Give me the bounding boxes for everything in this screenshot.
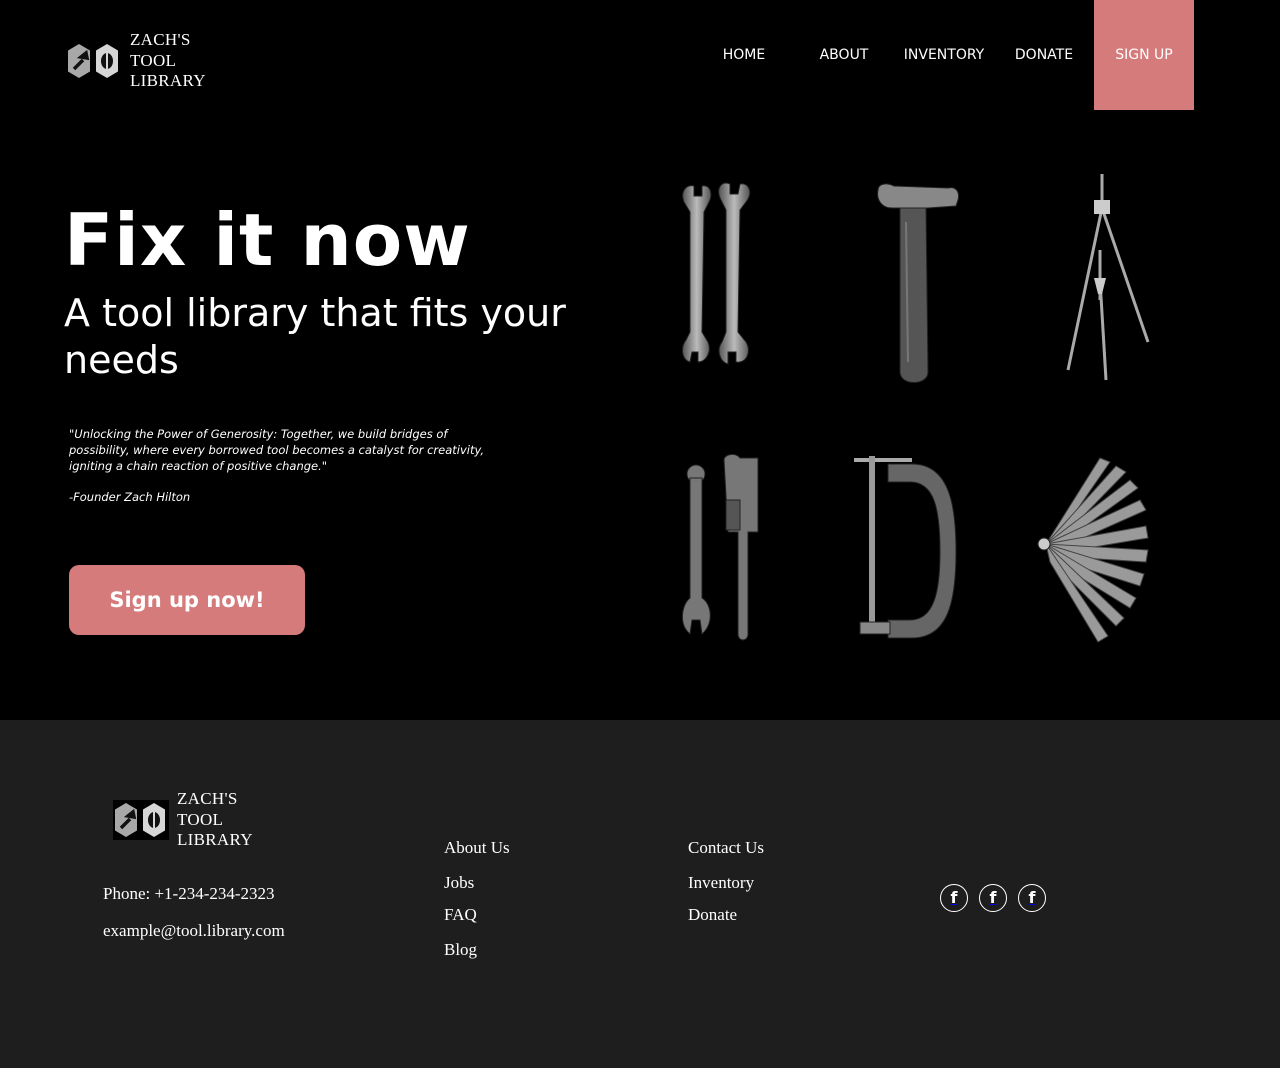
- founder-quote: "Unlocking the Power of Generosity: Toge…: [69, 427, 485, 473]
- site-footer: ZACH'S TOOL LIBRARY Phone: +1-234-234-23…: [0, 720, 1280, 1068]
- footer-link-blog[interactable]: Blog: [444, 940, 477, 960]
- facebook-icon[interactable]: f: [1018, 884, 1046, 912]
- brand-logo[interactable]: ZACH'S TOOL LIBRARY: [66, 30, 206, 92]
- main-nav: HOME ABOUT INVENTORY DONATE SIGN UP: [694, 0, 1194, 110]
- compass-divider-icon: [1066, 174, 1150, 381]
- site-header: ZACH'S TOOL LIBRARY HOME ABOUT INVENTORY…: [0, 0, 1280, 110]
- facebook-icon[interactable]: f: [940, 884, 968, 912]
- hero-title: Fix it now: [64, 198, 471, 282]
- hex-nut-logo-icon: [68, 43, 118, 78]
- footer-email[interactable]: example@tool.library.com: [103, 921, 285, 941]
- footer-link-about[interactable]: About Us: [444, 838, 510, 858]
- footer-link-inventory[interactable]: Inventory: [688, 873, 754, 893]
- feeler-gauge-icon: [1037, 457, 1149, 643]
- adjustable-wrench-icon: [682, 453, 759, 641]
- nav-home[interactable]: HOME: [694, 47, 794, 63]
- hammer-icon: [877, 183, 959, 383]
- brand-name: ZACH'S TOOL LIBRARY: [130, 30, 206, 90]
- nav-inventory[interactable]: INVENTORY: [894, 47, 994, 63]
- nav-donate[interactable]: DONATE: [994, 47, 1094, 63]
- footer-link-jobs[interactable]: Jobs: [444, 873, 474, 893]
- footer-brand-name: ZACH'S TOOL LIBRARY: [177, 789, 253, 849]
- facebook-glyph: f: [989, 888, 997, 907]
- hex-nut-logo-icon: [113, 799, 169, 840]
- footer-link-contact[interactable]: Contact Us: [688, 838, 764, 858]
- footer-brand-logo[interactable]: ZACH'S TOOL LIBRARY: [113, 789, 253, 851]
- wrench-set-icon: [682, 182, 751, 365]
- nav-signup-button[interactable]: SIGN UP: [1094, 0, 1194, 110]
- hero-subtitle: A tool library that fits your needs: [64, 291, 566, 382]
- quote-author: -Founder Zach Hilton: [69, 490, 191, 504]
- tools-gallery: [640, 160, 1200, 660]
- footer-phone: Phone: +1-234-234-2323: [103, 884, 275, 903]
- facebook-glyph: f: [950, 888, 958, 907]
- signup-now-button[interactable]: Sign up now!: [69, 565, 305, 635]
- c-clamp-icon: [854, 456, 957, 639]
- footer-link-donate[interactable]: Donate: [688, 905, 737, 925]
- nav-about[interactable]: ABOUT: [794, 47, 894, 63]
- facebook-glyph: f: [1028, 888, 1036, 907]
- facebook-icon[interactable]: f: [979, 884, 1007, 912]
- footer-link-faq[interactable]: FAQ: [444, 905, 477, 925]
